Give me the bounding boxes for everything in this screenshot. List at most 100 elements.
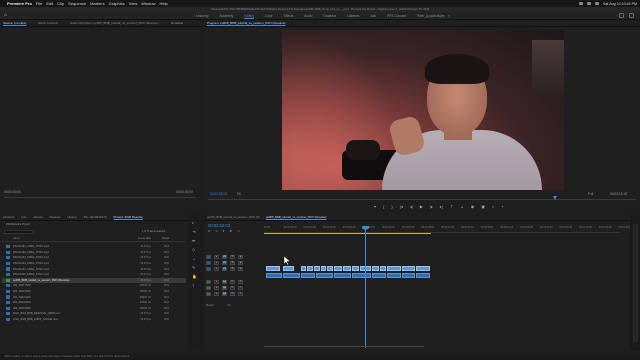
track-header[interactable]: 🔒︎ A3 M S [206, 291, 262, 297]
video-clip[interactable] [402, 266, 415, 271]
timeline-settings-icon[interactable]: ⚙ [229, 229, 232, 233]
project-search-input[interactable] [4, 230, 34, 234]
video-clip[interactable] [416, 266, 430, 271]
solo-icon[interactable]: S [238, 291, 243, 296]
track-name[interactable]: V1 [222, 266, 227, 271]
project-row[interactable]: DSC01232_1080p_SYNC.mp4 29.97 fps 00;0 [2, 250, 186, 255]
battery-icon[interactable] [587, 2, 592, 5]
home-icon[interactable]: ⌂ [4, 13, 9, 18]
menu-graphics[interactable]: Graphics [109, 1, 125, 6]
search-icon[interactable] [629, 13, 634, 18]
play-icon[interactable]: ▶ [420, 205, 423, 209]
video-clip[interactable] [343, 266, 351, 271]
project-row[interactable]: 002_0003.WAV 48000 Hz 00;0 [2, 294, 186, 299]
track-header[interactable]: 🔒︎ V2 ⇆ ◉ [206, 260, 262, 266]
video-clip[interactable] [387, 266, 401, 271]
workspace-overflow-button[interactable]: » [448, 14, 450, 18]
pen-tool-icon[interactable]: ✎ [192, 265, 197, 270]
workspace-graphics[interactable]: Graphics [323, 14, 336, 18]
track-lock-icon[interactable]: 🔒︎ [214, 279, 219, 284]
captions-icon[interactable]: ▭ [237, 229, 240, 233]
audio-clip[interactable] [316, 273, 333, 278]
type-tool-icon[interactable]: T [192, 283, 197, 288]
sync-lock-icon[interactable]: ⇆ [230, 266, 235, 271]
track-header[interactable]: 🔒︎ A2 M S [206, 285, 262, 291]
project-row[interactable]: DSC01234_1080p_SYNC.mp4 29.97 fps 00;0 [2, 261, 186, 266]
source-patch-toggle[interactable] [206, 266, 211, 271]
track-lock-icon[interactable]: 🔒︎ [214, 266, 219, 271]
audio-clip[interactable] [301, 273, 315, 278]
tab-info[interactable]: Info [22, 215, 27, 219]
track-header[interactable]: 🔒︎ V3 ⇆ ◉ [206, 254, 262, 260]
program-video-frame[interactable] [282, 30, 564, 190]
project-row[interactable]: 002_0004.WAV 48000 Hz 00;0 [2, 300, 186, 305]
step-forward-icon[interactable]: |▸ [430, 205, 433, 209]
source-patch-toggle[interactable] [206, 260, 211, 265]
mark-in-icon[interactable]: ▾ [374, 205, 376, 209]
work-area-bar[interactable] [264, 233, 431, 234]
column-frame-rate[interactable]: Frame Rate [123, 237, 151, 241]
track-select-tool-icon[interactable]: ⇥ [192, 229, 197, 234]
app-menu[interactable]: Premiere Pro [7, 1, 32, 6]
track-lock-icon[interactable]: 🔒︎ [214, 254, 219, 259]
menu-window[interactable]: Window [141, 1, 155, 6]
tab-sequence-resolve[interactable]: ep065_BNB_tutorial_vs_session_PRO (Resol… [266, 215, 327, 219]
wifi-icon[interactable] [579, 2, 584, 5]
audio-clip[interactable] [352, 273, 371, 278]
source-patch-toggle[interactable] [206, 285, 211, 290]
video-clip[interactable] [314, 266, 320, 271]
tab-libraries[interactable]: Libraries [3, 215, 15, 219]
linked-selection-icon[interactable]: ∞ [216, 229, 218, 233]
resolution-select[interactable]: Full [588, 192, 593, 196]
slip-tool-icon[interactable]: ↔ [192, 256, 197, 261]
source-scrub-bar[interactable] [4, 197, 196, 198]
track-lock-icon[interactable]: 🔒︎ [214, 260, 219, 265]
source-patch-toggle[interactable] [206, 279, 211, 284]
workspace-audio[interactable]: Audio [304, 14, 312, 18]
ripple-edit-tool-icon[interactable]: ⇹ [192, 238, 197, 243]
lift-icon[interactable]: ⇡ [450, 205, 453, 209]
audio-clip[interactable] [387, 273, 401, 278]
video-clip[interactable] [283, 266, 294, 271]
clock[interactable]: Sat Aug 10 10:44 PM [603, 2, 637, 6]
audio-clip[interactable] [402, 273, 415, 278]
video-clip[interactable] [372, 266, 379, 271]
time-ruler[interactable]: 00;00 00;00;16;00 00;00;32;00 00;00;48;00 00… [264, 226, 631, 233]
audio-clip[interactable] [283, 273, 300, 278]
mark-out-icon[interactable]: { [383, 205, 384, 209]
project-row[interactable]: DSC01235_1080p_SYNC.mp4 29.97 fps 00;0 [2, 266, 186, 271]
workspace-pixel-quickedit[interactable]: Pixel_QuickEdit/jim [417, 14, 444, 18]
source-patch-toggle[interactable] [206, 291, 211, 296]
video-clip[interactable] [334, 266, 342, 271]
project-row[interactable]: ep065_BNB_tutorial_vs_session_PRO (Resol… [2, 277, 186, 283]
workspace-pps-concept[interactable]: PPS Concept [387, 14, 406, 18]
project-row[interactable]: DSC01236_1080p_SYNC.mp4 29.97 fps 00;0 [2, 272, 186, 277]
export-frame-icon[interactable]: ◉ [471, 205, 475, 209]
quick-export-icon[interactable] [619, 13, 624, 18]
video-clip[interactable] [266, 266, 280, 271]
go-to-in-icon[interactable]: |◂ [400, 205, 403, 209]
tab-effect-controls[interactable]: Effect Controls [38, 21, 58, 25]
column-media-start[interactable]: Media [151, 237, 169, 241]
eye-icon[interactable]: ◉ [238, 254, 243, 259]
step-back-icon[interactable]: ◂| [410, 205, 413, 209]
solo-icon[interactable]: S [238, 285, 243, 290]
playhead-line[interactable] [365, 226, 366, 348]
snap-icon[interactable]: ⊓ [208, 229, 211, 233]
timeline-timecode[interactable]: 00;02;22;03 [208, 223, 230, 228]
razor-tool-icon[interactable]: ◇ [192, 247, 197, 252]
mute-icon[interactable]: M [230, 291, 235, 296]
zoom-select[interactable]: Fit [237, 192, 241, 196]
solo-icon[interactable]: S [238, 279, 243, 284]
project-row[interactable]: 002_0002.WAV 48000 Hz 00;0 [2, 289, 186, 294]
menu-view[interactable]: View [129, 1, 138, 6]
video-clip[interactable] [380, 266, 386, 271]
comparison-view-icon[interactable]: ▣ [481, 205, 485, 209]
sync-lock-icon[interactable]: ⇆ [230, 254, 235, 259]
source-timecode-left[interactable]: 00;00;00;00 [4, 190, 21, 194]
hand-tool-icon[interactable]: ✋ [192, 274, 197, 279]
tab-source[interactable]: Source: (no clips) [3, 21, 26, 25]
workspace-editing[interactable]: Editing [244, 14, 254, 19]
project-row[interactable]: Draft_0019_BNB_RESOLVE_1080P.mov 29.97 fp… [2, 311, 186, 316]
tab-sequence-r[interactable]: ep065_BNB_tutorial_vs_session_PRO (R) [207, 215, 260, 219]
